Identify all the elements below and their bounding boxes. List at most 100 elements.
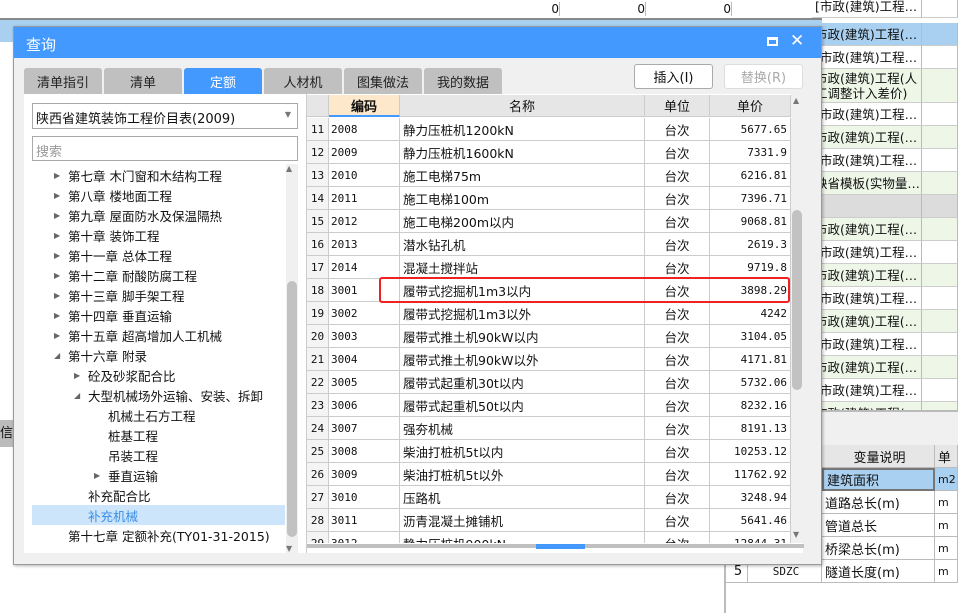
bg-cell[interactable]: 市政(建筑)工程(… [812, 126, 922, 149]
scroll-up-icon[interactable]: ▲ [286, 164, 292, 173]
tree-item[interactable]: ▶ 第八章 楼地面工程 [32, 185, 285, 205]
info-tab[interactable]: 信息 [0, 420, 13, 447]
bg-cell[interactable]: 市政(建筑)工程(… [812, 264, 922, 287]
bg-cell[interactable]: 市政(建筑)工程(… [812, 218, 922, 241]
tree-item[interactable]: 第十七章 定额补充(TY01-31-2015) [32, 525, 285, 545]
bg-cell[interactable]: [市政(建筑)工程… [812, 149, 922, 172]
tree-item[interactable]: ◢ 大型机械场外运输、安装、拆卸 [32, 385, 285, 405]
table-row[interactable]: 27 3010 压路机 台次 3248.94 [307, 486, 791, 509]
dialog-titlebar[interactable]: 查询 ✕ [14, 27, 821, 58]
bg-cell[interactable]: 市政(建筑)工程(人 工调整计入差价) [812, 69, 922, 103]
expand-arrow-icon[interactable]: ▶ [74, 371, 88, 380]
tree-item[interactable]: ▶ 垂直运输 [32, 465, 285, 485]
row-unit[interactable]: m [935, 514, 958, 537]
table-row[interactable]: 20 3003 履带式推土机90kW以内 台次 3104.05 [307, 325, 791, 348]
header-unit[interactable]: 单位 [645, 95, 710, 117]
bg-cell[interactable]: [市政(建筑)工程… [812, 46, 922, 69]
table-row[interactable]: 22 3005 履带式起重机30t以内 台次 5732.06 [307, 371, 791, 394]
table-row[interactable]: 17 2014 混凝土搅拌站 台次 9719.8 [307, 256, 791, 279]
table-row[interactable]: 26 3009 柴油打桩机5t以外 台次 11762.92 [307, 463, 791, 486]
row-desc[interactable]: 管道总长 [822, 514, 935, 537]
tab-0[interactable]: 清单指引 [24, 68, 102, 94]
table-row[interactable]: 23 3006 履带式起重机50t以内 台次 8232.16 [307, 394, 791, 417]
table-row[interactable]: 13 2010 施工电梯75m 台次 6216.81 [307, 164, 791, 187]
row-desc[interactable]: 道路总长(m) [822, 491, 935, 514]
replace-button[interactable]: 替换(R) [724, 64, 803, 89]
row-unit[interactable]: m [935, 491, 958, 514]
tree-item[interactable]: 补充配合比 [32, 485, 285, 505]
tree-item[interactable]: ▶ 第十五章 超高增加人工机械 [32, 325, 285, 345]
expand-arrow-icon[interactable]: ▶ [94, 471, 108, 480]
header-name[interactable]: 名称 [400, 95, 645, 117]
table-row[interactable]: 25 3008 柴油打桩机5t以内 台次 10253.12 [307, 440, 791, 463]
expand-arrow-icon[interactable]: ▶ [54, 311, 68, 320]
bg-cell[interactable]: 市政(建筑)工程(… [812, 356, 922, 379]
tree-item[interactable]: 吊装工程 [32, 445, 285, 465]
search-input[interactable]: 搜索 [32, 136, 298, 161]
table-row[interactable]: 14 2011 施工电梯100m 台次 7396.71 [307, 187, 791, 210]
library-select[interactable]: 陕西省建筑装饰工程价目表(2009) ▼ [32, 103, 298, 129]
table-row[interactable]: 15 2012 施工电梯200m以内 台次 9068.81 [307, 210, 791, 233]
tab-4[interactable]: 图集做法 [344, 68, 422, 94]
expand-arrow-icon[interactable]: ▶ [54, 291, 68, 300]
row-desc[interactable]: 桥梁总长(m) [822, 537, 935, 560]
tree-item[interactable]: ◢ 第十六章 附录 [32, 345, 285, 365]
splitter-handle[interactable] [536, 544, 585, 549]
row-desc[interactable]: 建筑面积 [822, 468, 935, 491]
bg-cell[interactable]: 市政(建筑)工程(… [812, 23, 922, 46]
header-desc[interactable]: 变量说明 [822, 445, 935, 468]
collapse-arrow-icon[interactable]: ◢ [74, 391, 88, 400]
header-unit[interactable]: 单 [935, 445, 958, 468]
bg-cell[interactable]: [市政(建筑)工程… [812, 379, 922, 402]
table-row[interactable]: 11 2008 静力压桩机1200kN 台次 5677.65 [307, 118, 791, 141]
bg-cell[interactable]: [市政(建筑)工程… [812, 0, 922, 18]
tab-3[interactable]: 人材机 [264, 68, 342, 94]
tree-item[interactable]: 补充机械 [32, 505, 285, 525]
expand-arrow-icon[interactable]: ▶ [54, 191, 68, 200]
expand-arrow-icon[interactable]: ▶ [54, 211, 68, 220]
bg-cell[interactable]: [市政(建筑)工程… [812, 241, 922, 264]
bg-cell[interactable]: [市政(建筑)工程… [812, 103, 922, 126]
tree-item[interactable]: 机械土石方工程 [32, 405, 285, 425]
table-row[interactable]: 293012静力压桩机900kN台次12844.31 [307, 532, 791, 543]
tab-2[interactable]: 定额 [184, 68, 262, 94]
bg-cell[interactable] [812, 195, 922, 218]
bg-cell[interactable]: 缺省模板(实物量… [812, 172, 922, 195]
header-code[interactable]: 编码 [329, 95, 400, 117]
collapse-arrow-icon[interactable]: ◢ [54, 351, 68, 360]
tree-item[interactable]: ▶ 第十一章 总体工程 [32, 245, 285, 265]
tree-item[interactable]: ▶ 第十四章 垂直运输 [32, 305, 285, 325]
table-row[interactable]: 21 3004 履带式推土机90kW以外 台次 4171.81 [307, 348, 791, 371]
row-desc[interactable]: 隧道长度(m) [822, 560, 935, 583]
expand-arrow-icon[interactable]: ▶ [54, 331, 68, 340]
table-row[interactable]: 12 2009 静力压桩机1600kN 台次 7331.9 [307, 141, 791, 164]
tree-item[interactable]: ▶ 第九章 屋面防水及保温隔热 [32, 205, 285, 225]
grid-scroll-thumb[interactable] [792, 210, 802, 390]
scroll-down-icon[interactable]: ▼ [286, 544, 292, 553]
table-row[interactable]: 16 2013 潜水钻孔机 台次 2619.3 [307, 233, 791, 256]
tree-scroll-thumb[interactable] [287, 281, 297, 537]
scroll-up-icon[interactable]: ▲ [793, 96, 799, 105]
tab-5[interactable]: 我的数据 [424, 68, 502, 94]
grid-scrollbar[interactable]: ▲ ▼ [791, 94, 804, 543]
tree-item[interactable]: ▶ 第十二章 耐酸防腐工程 [32, 265, 285, 285]
tree-item[interactable]: ▶ 第十章 装饰工程 [32, 225, 285, 245]
tree-item[interactable]: ▶ 砼及砂浆配合比 [32, 365, 285, 385]
splitter[interactable] [307, 544, 804, 549]
bg-cell[interactable]: [市政(建筑)工程… [812, 287, 922, 310]
tree-item[interactable]: ▶ 第十三章 脚手架工程 [32, 285, 285, 305]
scroll-down-icon[interactable]: ▼ [793, 530, 799, 539]
insert-button[interactable]: 插入(I) [634, 64, 713, 89]
table-row[interactable]: 19 3002 履带式挖掘机1m3以外 台次 4242 [307, 302, 791, 325]
table-row[interactable]: 24 3007 强夯机械 台次 8191.13 [307, 417, 791, 440]
close-icon[interactable]: ✕ [790, 31, 804, 51]
expand-arrow-icon[interactable]: ▶ [54, 231, 68, 240]
table-row[interactable]: 28 3011 沥青混凝土摊铺机 台次 5641.46 [307, 509, 791, 532]
maximize-icon[interactable] [767, 37, 778, 46]
bg-cell[interactable]: [市政(建筑)工程… [812, 333, 922, 356]
expand-arrow-icon[interactable]: ▶ [54, 171, 68, 180]
expand-arrow-icon[interactable]: ▶ [54, 251, 68, 260]
expand-arrow-icon[interactable]: ▶ [54, 271, 68, 280]
row-unit[interactable]: m [935, 537, 958, 560]
row-unit[interactable]: m [935, 560, 958, 583]
